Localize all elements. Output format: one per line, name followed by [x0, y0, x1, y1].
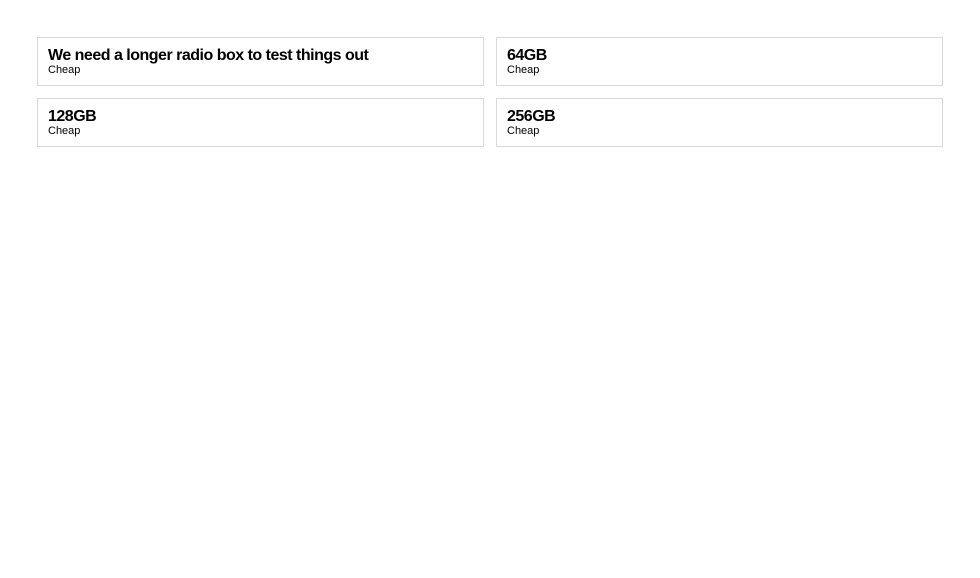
radio-box-subtitle: Cheap	[507, 125, 540, 137]
radio-box-subtitle: Cheap	[48, 64, 81, 76]
radio-box-title: We need a longer radio box to test thing…	[48, 47, 369, 64]
radio-box-title: 128GB	[48, 108, 97, 125]
radio-box-64gb[interactable]: 64GB Cheap	[496, 37, 943, 86]
radio-box-subtitle: Cheap	[48, 125, 81, 137]
radio-box-subtitle: Cheap	[507, 64, 540, 76]
radio-box-long-option[interactable]: We need a longer radio box to test thing…	[37, 37, 484, 86]
radio-box-128gb[interactable]: 128GB Cheap	[37, 98, 484, 147]
radio-box-title: 64GB	[507, 47, 547, 64]
radio-box-256gb[interactable]: 256GB Cheap	[496, 98, 943, 147]
radio-box-title: 256GB	[507, 108, 556, 125]
radio-box-group: We need a longer radio box to test thing…	[37, 37, 943, 147]
